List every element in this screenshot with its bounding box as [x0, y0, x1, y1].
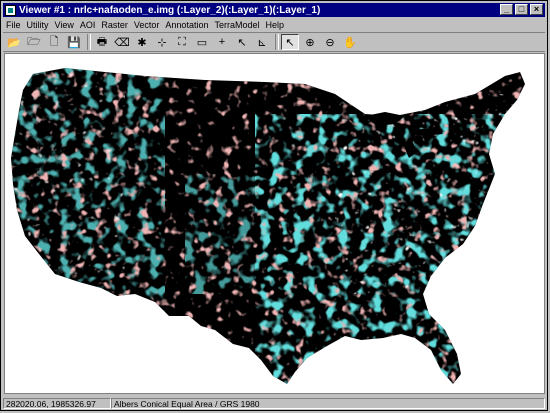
- zoom-out-icon: ⊖: [325, 36, 335, 49]
- open-button[interactable]: 📂: [5, 34, 23, 50]
- profile-button[interactable]: ⊾: [253, 34, 271, 50]
- map-viewport[interactable]: [4, 53, 545, 394]
- menu-annotation[interactable]: Annotation: [162, 20, 211, 30]
- save-icon: 💾: [67, 36, 81, 49]
- toolbar-separator: [87, 34, 91, 50]
- window-controls: _ □ ×: [500, 4, 543, 15]
- toolbar: 📂 🗁 🗋 💾 🖶 ⌫ ✱ ⊹ ⛶ ▭ + ↖ ⊾ ↖ ⊕ ⊖ ✋: [3, 32, 545, 52]
- select-arrow-button[interactable]: ↖: [281, 34, 299, 50]
- menu-terramodel[interactable]: TerraModel: [211, 20, 262, 30]
- maximize-button[interactable]: □: [515, 4, 528, 15]
- menu-help[interactable]: Help: [263, 20, 288, 30]
- reset-icon: ↖: [237, 36, 247, 49]
- menu-utility[interactable]: Utility: [24, 20, 52, 30]
- toolbar-separator: [275, 34, 279, 50]
- minimize-button[interactable]: _: [500, 4, 513, 15]
- cursor-coordinates: 282020.06, 1985326.97: [3, 398, 111, 409]
- menu-file[interactable]: File: [3, 20, 24, 30]
- crosshair-icon: +: [218, 36, 226, 48]
- fit-button[interactable]: ⛶: [173, 34, 191, 50]
- measure-icon: ▭: [196, 36, 208, 49]
- inquire-icon: ✱: [137, 36, 147, 49]
- menu-raster[interactable]: Raster: [98, 20, 131, 30]
- menu-view[interactable]: View: [52, 20, 77, 30]
- crosshair-button[interactable]: +: [213, 34, 231, 50]
- profile-icon: ⊾: [257, 36, 267, 49]
- us-landcover-map[interactable]: [5, 54, 544, 393]
- menu-aoi[interactable]: AOI: [77, 20, 99, 30]
- viewer-window: Viewer #1 : nrlc+nafaoden_e.img (:Layer_…: [0, 0, 548, 411]
- status-bar: 282020.06, 1985326.97 Albers Conical Equ…: [3, 397, 545, 410]
- open-layer-icon: 🗁: [27, 35, 41, 48]
- pan-hand-button[interactable]: ✋: [341, 34, 359, 50]
- new-icon: 🗋: [49, 35, 59, 48]
- inquire-button[interactable]: ✱: [133, 34, 151, 50]
- zoom-extent-button[interactable]: ⊹: [153, 34, 171, 50]
- measure-button[interactable]: ▭: [193, 34, 211, 50]
- menu-bar: File Utility View AOI Raster Vector Anno…: [3, 18, 545, 31]
- menu-vector[interactable]: Vector: [131, 20, 163, 30]
- new-button[interactable]: 🗋: [45, 34, 63, 50]
- open-layer-button[interactable]: 🗁: [25, 34, 43, 50]
- viewer-app-icon: [5, 4, 16, 16]
- print-button[interactable]: 🖶: [93, 34, 111, 50]
- fit-icon: ⛶: [178, 35, 186, 48]
- select-arrow-icon: ↖: [285, 36, 295, 49]
- zoom-extent-icon: ⊹: [157, 36, 167, 49]
- clear-icon: ⌫: [114, 36, 130, 49]
- reset-button[interactable]: ↖: [233, 34, 251, 50]
- pan-hand-icon: ✋: [343, 36, 357, 49]
- close-button[interactable]: ×: [530, 4, 543, 15]
- clear-button[interactable]: ⌫: [113, 34, 131, 50]
- zoom-in-icon: ⊕: [305, 36, 315, 49]
- zoom-in-button[interactable]: ⊕: [301, 34, 319, 50]
- projection-info: Albers Conical Equal Area / GRS 1980: [111, 398, 545, 409]
- window-title: Viewer #1 : nrlc+nafaoden_e.img (:Layer_…: [19, 4, 321, 16]
- open-icon: 📂: [7, 36, 21, 49]
- save-button[interactable]: 💾: [65, 34, 83, 50]
- print-icon: 🖶: [96, 35, 108, 48]
- title-bar[interactable]: Viewer #1 : nrlc+nafaoden_e.img (:Layer_…: [3, 3, 545, 17]
- zoom-out-button[interactable]: ⊖: [321, 34, 339, 50]
